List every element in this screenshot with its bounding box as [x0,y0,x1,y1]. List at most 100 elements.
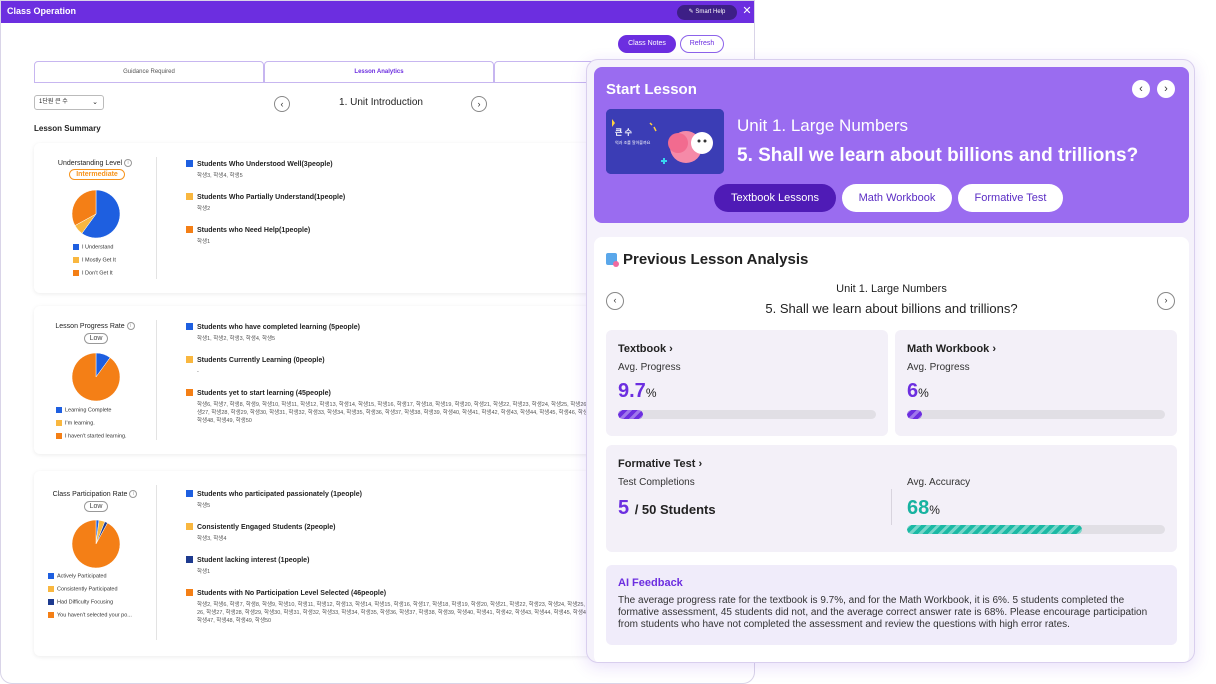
status-badge: Low [84,501,108,512]
student-names: 학생1 [197,239,211,245]
group-color-swatch [186,589,193,596]
next-unit-button[interactable]: › [471,96,487,112]
next-analysis-button[interactable]: › [1157,292,1175,310]
divider [156,320,157,440]
ai-feedback: AI Feedback The average progress rate fo… [606,565,1177,645]
card-title: Lesson Progress Rate i [34,322,156,330]
understanding-level-card: Understanding Level i Intermediate I Und… [34,143,594,293]
close-icon[interactable]: ✕ [741,4,753,19]
group-color-swatch [186,389,193,396]
pie-slice-i-haven-t-started-learning [71,352,121,402]
formative-test-button[interactable]: Formative Test [958,184,1063,212]
tab-divider [34,82,594,83]
formative-test-stat-card[interactable]: Formative Test › Test Completions 5 / 50… [606,445,1177,552]
lesson-progress-card: Lesson Progress Rate i Low Learning Comp… [34,306,597,454]
group-color-swatch [186,160,193,167]
start-lesson-panel: Start Lesson ‹ › 큰 수 억과 조를 알아볼까요 Unit 1.… [586,59,1195,663]
student-names: - [197,369,199,375]
status-badge: Low [84,333,108,344]
textbook-lessons-button[interactable]: Textbook Lessons [714,184,836,212]
student-group: Students Who Understood Well(3people) 학생3… [186,160,597,180]
chevron-down-icon: ⌄ [92,99,98,106]
chevron-right-icon: › [669,343,673,355]
avg-accuracy-value: 68% [907,497,940,519]
analysis-lesson: 5. Shall we learn about billions and tri… [765,301,1018,316]
legend-swatch [48,612,54,618]
pie-slice-you-haven-t-selected-your-po [71,519,121,569]
unit-name: Unit 1. Large Numbers [737,116,909,135]
card-title: Class Participation Rate i [34,490,156,498]
student-group: Students Currently Learning (0people) - [186,356,597,376]
student-names: 학생3, 학생4, 학생5 [197,173,243,179]
math-workbook-button[interactable]: Math Workbook [842,184,952,212]
lesson-thumbnail[interactable]: 큰 수 억과 조를 알아볼까요 [606,109,724,174]
student-names: 학생5 [197,503,211,509]
analysis-title: Previous Lesson Analysis [606,251,808,268]
legend-swatch [73,270,79,276]
student-group: Students who Need Help(1people) 학생1 [186,226,597,246]
legend-item: Had Difficulty Focusing [48,599,113,605]
thumbnail-title: 큰 수 [615,128,632,137]
window-title: Class Operation [7,6,77,16]
refresh-button[interactable]: Refresh [680,35,724,53]
group-color-swatch [186,323,193,330]
class-notes-button[interactable]: Class Notes [618,35,676,53]
workbook-stat-card[interactable]: Math Workbook › Avg. Progress 6% [895,330,1177,436]
understanding-pie-chart [71,189,121,239]
stat-label: Avg. Progress [907,362,970,373]
student-group: Consistently Engaged Students (2people) 학… [186,523,597,543]
student-group: Students Who Partially Understand(1peopl… [186,193,597,213]
progress-pie-chart [71,352,121,402]
textbook-stat-card[interactable]: Textbook › Avg. Progress 9.7% [606,330,888,436]
math-workbook-link[interactable]: Math Workbook › [907,343,996,355]
class-participation-card: Class Participation Rate i Low Actively … [34,471,597,656]
divider [891,489,892,525]
prev-unit-button[interactable]: ‹ [274,96,290,112]
legend-swatch [48,573,54,579]
chevron-right-icon: › [992,343,997,355]
info-icon[interactable]: i [129,490,138,498]
legend-swatch [56,420,62,426]
tab-lesson-analytics[interactable]: Lesson Analytics [264,61,494,83]
group-color-swatch [186,226,193,233]
group-color-swatch [186,556,193,563]
legend-item: Actively Participated [48,573,107,579]
legend-item: You haven't selected your po... [48,612,132,618]
divider [156,485,157,640]
workbook-progress-value: 6% [907,380,929,402]
textbook-link[interactable]: Textbook › [618,343,673,355]
participation-pie-chart [71,519,121,569]
legend-item: I Don't Get It [73,270,113,276]
tab-guidance-required[interactable]: Guidance Required [34,61,264,83]
smart-help-button[interactable]: ✎ Smart Help [677,5,737,20]
legend-swatch [56,433,62,439]
student-group: Students yet to start learning (45people… [186,389,597,425]
info-icon[interactable]: i [126,322,135,330]
progress-fill [907,525,1083,534]
legend-item: Consistently Participated [48,586,118,592]
student-names: 학생2 [197,206,211,212]
analysis-report-icon [606,253,619,267]
ai-feedback-heading: AI Feedback [618,577,683,589]
textbook-progress-bar [618,410,876,419]
legend-item: I'm learning. [56,420,95,426]
info-icon[interactable]: i [124,159,133,167]
legend-item: I haven't started learning. [56,433,127,439]
unit-title: 1. Unit Introduction [339,97,423,108]
student-group: Students with No Participation Level Sel… [186,589,597,625]
next-lesson-button[interactable]: › [1157,80,1175,98]
chevron-right-icon: › [698,458,703,470]
prev-analysis-button[interactable]: ‹ [606,292,624,310]
unit-select[interactable]: 1단원 큰 수 ⌄ [34,95,104,110]
legend-swatch [73,244,79,250]
legend-swatch [56,407,62,413]
legend-swatch [48,586,54,592]
legend-item: I Understand [73,244,114,250]
lesson-name: 5. Shall we learn about billions and tri… [737,145,1139,166]
previous-lesson-analysis: Previous Lesson Analysis Unit 1. Large N… [594,237,1189,662]
workbook-progress-bar [907,410,1165,419]
student-group: Students who have completed learning (5p… [186,323,597,343]
prev-lesson-button[interactable]: ‹ [1132,80,1150,98]
formative-test-link[interactable]: Formative Test › [618,458,702,470]
lesson-summary-heading: Lesson Summary [34,124,101,133]
